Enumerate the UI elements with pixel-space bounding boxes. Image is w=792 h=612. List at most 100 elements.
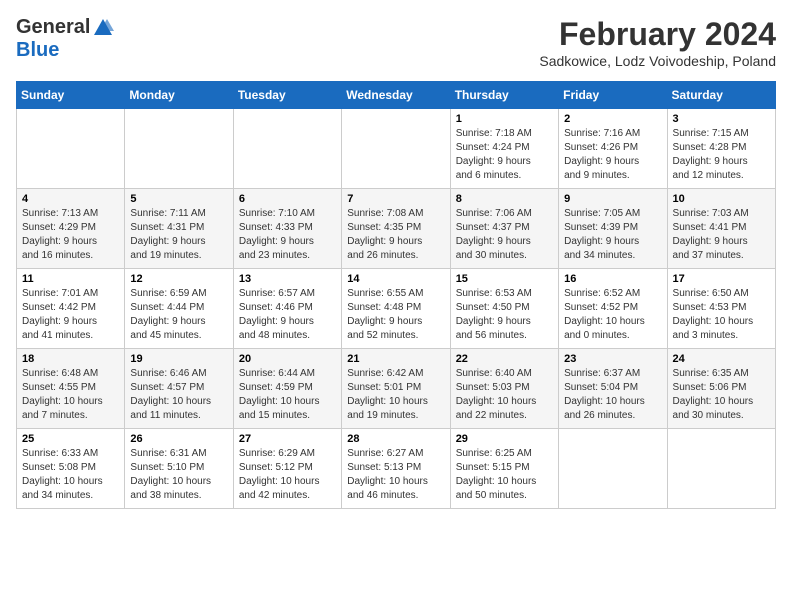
day-info: Sunrise: 6:37 AM Sunset: 5:04 PM Dayligh… (564, 367, 661, 423)
day-info: Sunrise: 6:35 AM Sunset: 5:06 PM Dayligh… (673, 367, 770, 423)
calendar-cell: 12 Sunrise: 6:59 AM Sunset: 4:44 PM Dayli… (125, 269, 233, 349)
calendar-header: SundayMondayTuesdayWednesdayThursdayFrid… (17, 82, 776, 109)
calendar-cell: 26Sunrise: 6:31 AM Sunset: 5:10 PM Dayli… (125, 429, 233, 509)
logo: General Blue (16, 16, 114, 62)
day-number: 15 (456, 273, 553, 285)
header-friday: Friday (559, 82, 667, 109)
day-info: Sunrise: 7:18 AM Sunset: 4:24 PM Dayligh… (456, 127, 553, 183)
header-wednesday: Wednesday (342, 82, 450, 109)
day-info: Sunrise: 6:33 AM Sunset: 5:08 PM Dayligh… (22, 447, 119, 503)
day-info: Sunrise: 7:01 AM Sunset: 4:42 PM Dayligh… (22, 287, 119, 343)
calendar-cell: 17 Sunrise: 6:50 AM Sunset: 4:53 PM Dayli… (667, 269, 775, 349)
day-number: 6 (239, 193, 336, 205)
day-number: 26 (130, 433, 227, 445)
logo-blue-text: Blue (16, 39, 59, 62)
day-number: 17 (673, 273, 770, 285)
calendar-cell: 11 Sunrise: 7:01 AM Sunset: 4:42 PM Dayli… (17, 269, 125, 349)
week-row-5: 25 Sunrise: 6:33 AM Sunset: 5:08 PM Dayli… (17, 429, 776, 509)
calendar-cell: 14Sunrise: 6:55 AM Sunset: 4:48 PM Dayli… (342, 269, 450, 349)
calendar-cell: 23 Sunrise: 6:37 AM Sunset: 5:04 PM Dayli… (559, 349, 667, 429)
day-info: Sunrise: 6:27 AM Sunset: 5:13 PM Dayligh… (347, 447, 444, 503)
calendar-cell: 18 Sunrise: 6:48 AM Sunset: 4:55 PM Dayli… (17, 349, 125, 429)
calendar-cell: 1 Sunrise: 7:18 AM Sunset: 4:24 PM Daylig… (450, 109, 558, 189)
header-row: SundayMondayTuesdayWednesdayThursdayFrid… (17, 82, 776, 109)
calendar-cell: 8 Sunrise: 7:06 AM Sunset: 4:37 PM Daylig… (450, 189, 558, 269)
day-number: 19 (130, 353, 227, 365)
day-info: Sunrise: 7:06 AM Sunset: 4:37 PM Dayligh… (456, 207, 553, 263)
day-info: Sunrise: 6:44 AM Sunset: 4:59 PM Dayligh… (239, 367, 336, 423)
day-info: Sunrise: 7:08 AM Sunset: 4:35 PM Dayligh… (347, 207, 444, 263)
calendar-cell: 27 Sunrise: 6:29 AM Sunset: 5:12 PM Dayli… (233, 429, 341, 509)
day-number: 9 (564, 193, 661, 205)
day-info: Sunrise: 7:13 AM Sunset: 4:29 PM Dayligh… (22, 207, 119, 263)
subtitle: Sadkowice, Lodz Voivodeship, Poland (539, 53, 776, 69)
logo-general-text: General (16, 16, 90, 39)
calendar-cell: 16Sunrise: 6:52 AM Sunset: 4:52 PM Dayli… (559, 269, 667, 349)
day-number: 4 (22, 193, 119, 205)
day-info: Sunrise: 7:11 AM Sunset: 4:31 PM Dayligh… (130, 207, 227, 263)
day-number: 3 (673, 113, 770, 125)
day-number: 25 (22, 433, 119, 445)
calendar-cell (559, 429, 667, 509)
calendar-cell: 9 Sunrise: 7:05 AM Sunset: 4:39 PM Daylig… (559, 189, 667, 269)
main-title: February 2024 (539, 16, 776, 53)
title-section: February 2024 Sadkowice, Lodz Voivodeshi… (539, 16, 776, 69)
day-number: 24 (673, 353, 770, 365)
day-number: 7 (347, 193, 444, 205)
calendar-cell: 25 Sunrise: 6:33 AM Sunset: 5:08 PM Dayli… (17, 429, 125, 509)
header-monday: Monday (125, 82, 233, 109)
week-row-3: 11 Sunrise: 7:01 AM Sunset: 4:42 PM Dayli… (17, 269, 776, 349)
day-number: 18 (22, 353, 119, 365)
day-info: Sunrise: 6:48 AM Sunset: 4:55 PM Dayligh… (22, 367, 119, 423)
day-number: 14 (347, 273, 444, 285)
calendar-cell (667, 429, 775, 509)
day-info: Sunrise: 6:25 AM Sunset: 5:15 PM Dayligh… (456, 447, 553, 503)
day-number: 23 (564, 353, 661, 365)
day-number: 10 (673, 193, 770, 205)
day-number: 11 (22, 273, 119, 285)
day-number: 29 (456, 433, 553, 445)
day-info: Sunrise: 7:10 AM Sunset: 4:33 PM Dayligh… (239, 207, 336, 263)
calendar-cell: 5Sunrise: 7:11 AM Sunset: 4:31 PM Daylig… (125, 189, 233, 269)
header-thursday: Thursday (450, 82, 558, 109)
calendar-cell: 20 Sunrise: 6:44 AM Sunset: 4:59 PM Dayli… (233, 349, 341, 429)
day-info: Sunrise: 6:57 AM Sunset: 4:46 PM Dayligh… (239, 287, 336, 343)
calendar-cell: 10 Sunrise: 7:03 AM Sunset: 4:41 PM Dayli… (667, 189, 775, 269)
calendar-body: 1 Sunrise: 7:18 AM Sunset: 4:24 PM Daylig… (17, 109, 776, 509)
calendar-cell: 19 Sunrise: 6:46 AM Sunset: 4:57 PM Dayli… (125, 349, 233, 429)
day-number: 21 (347, 353, 444, 365)
calendar-cell: 22Sunrise: 6:40 AM Sunset: 5:03 PM Dayli… (450, 349, 558, 429)
day-info: Sunrise: 7:05 AM Sunset: 4:39 PM Dayligh… (564, 207, 661, 263)
calendar-cell (125, 109, 233, 189)
week-row-1: 1 Sunrise: 7:18 AM Sunset: 4:24 PM Daylig… (17, 109, 776, 189)
logo-icon (92, 17, 114, 39)
calendar-table: SundayMondayTuesdayWednesdayThursdayFrid… (16, 81, 776, 509)
calendar-cell: 4 Sunrise: 7:13 AM Sunset: 4:29 PM Daylig… (17, 189, 125, 269)
calendar-cell: 24 Sunrise: 6:35 AM Sunset: 5:06 PM Dayli… (667, 349, 775, 429)
day-info: Sunrise: 6:29 AM Sunset: 5:12 PM Dayligh… (239, 447, 336, 503)
day-info: Sunrise: 6:59 AM Sunset: 4:44 PM Dayligh… (130, 287, 227, 343)
calendar-cell: 7 Sunrise: 7:08 AM Sunset: 4:35 PM Daylig… (342, 189, 450, 269)
calendar-cell (233, 109, 341, 189)
day-number: 8 (456, 193, 553, 205)
day-number: 1 (456, 113, 553, 125)
day-number: 20 (239, 353, 336, 365)
day-info: Sunrise: 7:15 AM Sunset: 4:28 PM Dayligh… (673, 127, 770, 183)
day-number: 27 (239, 433, 336, 445)
calendar-cell: 6 Sunrise: 7:10 AM Sunset: 4:33 PM Daylig… (233, 189, 341, 269)
week-row-4: 18 Sunrise: 6:48 AM Sunset: 4:55 PM Dayli… (17, 349, 776, 429)
day-info: Sunrise: 6:52 AM Sunset: 4:52 PM Dayligh… (564, 287, 661, 343)
calendar-cell: 13 Sunrise: 6:57 AM Sunset: 4:46 PM Dayli… (233, 269, 341, 349)
day-info: Sunrise: 6:46 AM Sunset: 4:57 PM Dayligh… (130, 367, 227, 423)
header-tuesday: Tuesday (233, 82, 341, 109)
day-number: 13 (239, 273, 336, 285)
day-info: Sunrise: 6:50 AM Sunset: 4:53 PM Dayligh… (673, 287, 770, 343)
day-number: 12 (130, 273, 227, 285)
day-info: Sunrise: 7:16 AM Sunset: 4:26 PM Dayligh… (564, 127, 661, 183)
day-info: Sunrise: 7:03 AM Sunset: 4:41 PM Dayligh… (673, 207, 770, 263)
calendar-cell (17, 109, 125, 189)
day-info: Sunrise: 6:53 AM Sunset: 4:50 PM Dayligh… (456, 287, 553, 343)
day-number: 22 (456, 353, 553, 365)
day-info: Sunrise: 6:42 AM Sunset: 5:01 PM Dayligh… (347, 367, 444, 423)
calendar-cell (342, 109, 450, 189)
